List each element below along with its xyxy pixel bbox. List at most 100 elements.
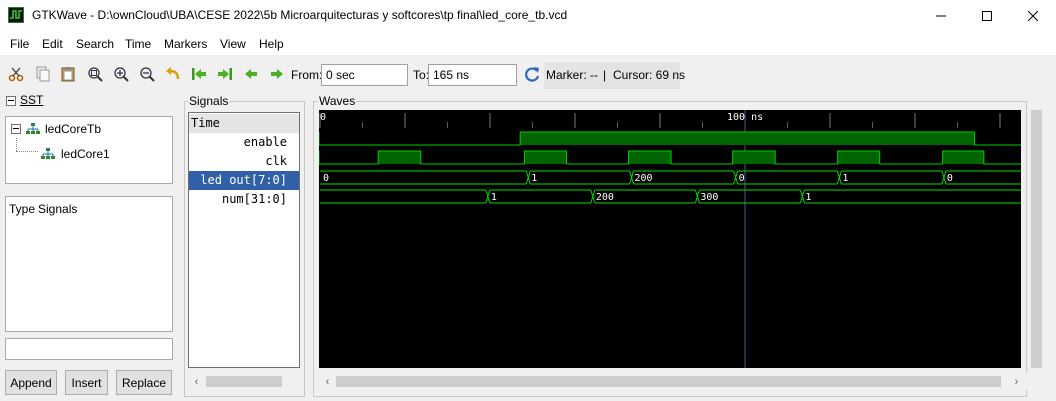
led-out-transition (941, 170, 947, 185)
find-previous-edge-icon[interactable] (242, 65, 260, 83)
time-axis-start-label: 0 (320, 112, 326, 123)
num-transition (694, 189, 700, 204)
sst-hierarchy-tree[interactable]: ledCoreTb ledCore1 (5, 116, 173, 184)
scrollbar-thumb[interactable] (336, 376, 1001, 387)
type-column-header[interactable]: Type (9, 202, 35, 216)
scrollbar-thumb[interactable] (206, 376, 282, 387)
num-transition (799, 189, 805, 204)
led-out-transition (629, 170, 635, 185)
replace-button[interactable]: Replace (116, 370, 172, 395)
sst-label: SST (20, 93, 44, 107)
zoom-fit-icon[interactable] (86, 65, 104, 83)
led-out-segment (530, 170, 630, 185)
menu-markers[interactable]: Markers (164, 37, 207, 51)
maximize-button[interactable] (964, 0, 1010, 31)
clk-high-fill (378, 151, 421, 164)
led-out-segment (320, 170, 527, 185)
menu-help[interactable]: Help (259, 37, 284, 51)
led-out-value-label: 0 (947, 173, 953, 184)
vertical-scrollbar-thumb[interactable] (1031, 110, 1042, 368)
window-title: GTKWave - D:\ownCloud\UBA\CESE 2022\5b M… (32, 8, 568, 22)
led-out-value-label: 1 (531, 173, 537, 184)
signals-label: Signals (188, 94, 230, 108)
clk-high-fill (524, 151, 567, 164)
reload-icon[interactable] (523, 65, 541, 83)
zoom-to-end-icon[interactable] (216, 65, 234, 83)
sst-collapse-icon[interactable] (6, 96, 16, 106)
tree-item-ledcore1[interactable]: ledCore1 (61, 147, 110, 161)
signals-horizontal-scrollbar[interactable]: ‹ (188, 373, 300, 390)
led-out-transition (836, 170, 842, 185)
led-out-value-label: 1 (842, 173, 848, 184)
waves-label: Waves (318, 94, 357, 108)
num-value-label: 300 (700, 192, 718, 203)
cursor-readout: Cursor: 69 ns (613, 68, 686, 82)
menu-search[interactable]: Search (76, 37, 114, 51)
waves-vertical-scrollbar[interactable] (1028, 110, 1045, 368)
num-value-label: 200 (596, 192, 614, 203)
signals-column-header[interactable]: Signals (38, 202, 77, 216)
led-out-value-label: 0 (739, 173, 745, 184)
waveform-plot[interactable]: 0 100 ns0 1 200 0 1 01 200 300 1 (319, 110, 1021, 368)
zoom-in-icon[interactable] (112, 65, 130, 83)
title-bar: GTKWave - D:\ownCloud\UBA\CESE 2022\5b M… (0, 0, 1056, 31)
clk-high-fill (732, 151, 776, 164)
num-transition (485, 189, 491, 204)
signal-led-out[interactable]: led out[7:0] (189, 171, 299, 190)
menu-file[interactable]: File (10, 37, 29, 51)
led-out-value-label: 200 (635, 173, 653, 184)
num-segment (489, 189, 591, 204)
num-segment (320, 189, 486, 204)
signal-clk[interactable]: clk (189, 152, 299, 171)
num-transition (590, 189, 596, 204)
clk-high-fill (837, 151, 880, 164)
copy-icon[interactable] (34, 65, 52, 83)
close-button[interactable] (1010, 0, 1056, 31)
marker-readout: Marker: -- (546, 68, 598, 82)
time-row-header: Time (189, 114, 299, 133)
waveform-canvas[interactable]: 0 100 ns 0 1 200 0 1 0 1 200 300 1 (319, 110, 1021, 368)
clk-high-fill (628, 151, 672, 164)
from-time-input[interactable] (321, 64, 408, 86)
gtkwave-app-icon (8, 7, 24, 23)
cut-icon[interactable] (7, 65, 25, 83)
zoom-to-start-icon[interactable] (190, 65, 208, 83)
find-next-edge-icon[interactable] (268, 65, 286, 83)
menu-view[interactable]: View (220, 37, 246, 51)
module-tree-icon (26, 123, 40, 135)
led-out-segment (841, 170, 942, 185)
paste-icon[interactable] (59, 65, 77, 83)
to-time-input[interactable] (428, 64, 517, 86)
num-value-label: 1 (805, 192, 811, 203)
module-tree-icon (41, 148, 55, 160)
tree-collapse-icon[interactable] (11, 124, 21, 134)
waves-horizontal-scrollbar[interactable]: ‹ › (319, 373, 1027, 390)
sst-signal-list[interactable]: Type Signals (5, 196, 173, 332)
led-out-value-label: 0 (323, 173, 329, 184)
num-value-label: 1 (491, 192, 497, 203)
signal-num[interactable]: num[31:0] (189, 190, 299, 209)
toolbar: From: To: Marker: -- | Cursor: 69 ns (0, 57, 1056, 92)
menu-time[interactable]: Time (125, 37, 151, 51)
scroll-left-icon[interactable]: ‹ (188, 373, 205, 390)
tree-item-ledcoretb[interactable]: ledCoreTb (45, 122, 101, 136)
undo-zoom-icon[interactable] (164, 65, 182, 83)
led-out-segment (945, 170, 1021, 185)
to-label: To: (413, 68, 430, 82)
num-segment (804, 189, 1021, 204)
enable-high-fill (520, 132, 975, 145)
minimize-button[interactable] (918, 0, 964, 31)
readout-separator: | (603, 68, 607, 82)
scroll-right-icon[interactable]: › (1008, 373, 1025, 390)
scroll-left-icon[interactable]: ‹ (319, 373, 336, 390)
signal-enable[interactable]: enable (189, 133, 299, 152)
signals-list[interactable]: Time enable clk led out[7:0] num[31:0] (188, 112, 300, 368)
zoom-out-icon[interactable] (138, 65, 156, 83)
menu-bar: File Edit Search Time Markers View Help (0, 31, 1056, 56)
menu-edit[interactable]: Edit (42, 37, 63, 51)
append-button[interactable]: Append (5, 370, 57, 395)
signal-filter-input[interactable] (5, 338, 173, 360)
led-out-transition (525, 170, 531, 185)
insert-button[interactable]: Insert (65, 370, 108, 395)
led-out-segment (737, 170, 838, 185)
